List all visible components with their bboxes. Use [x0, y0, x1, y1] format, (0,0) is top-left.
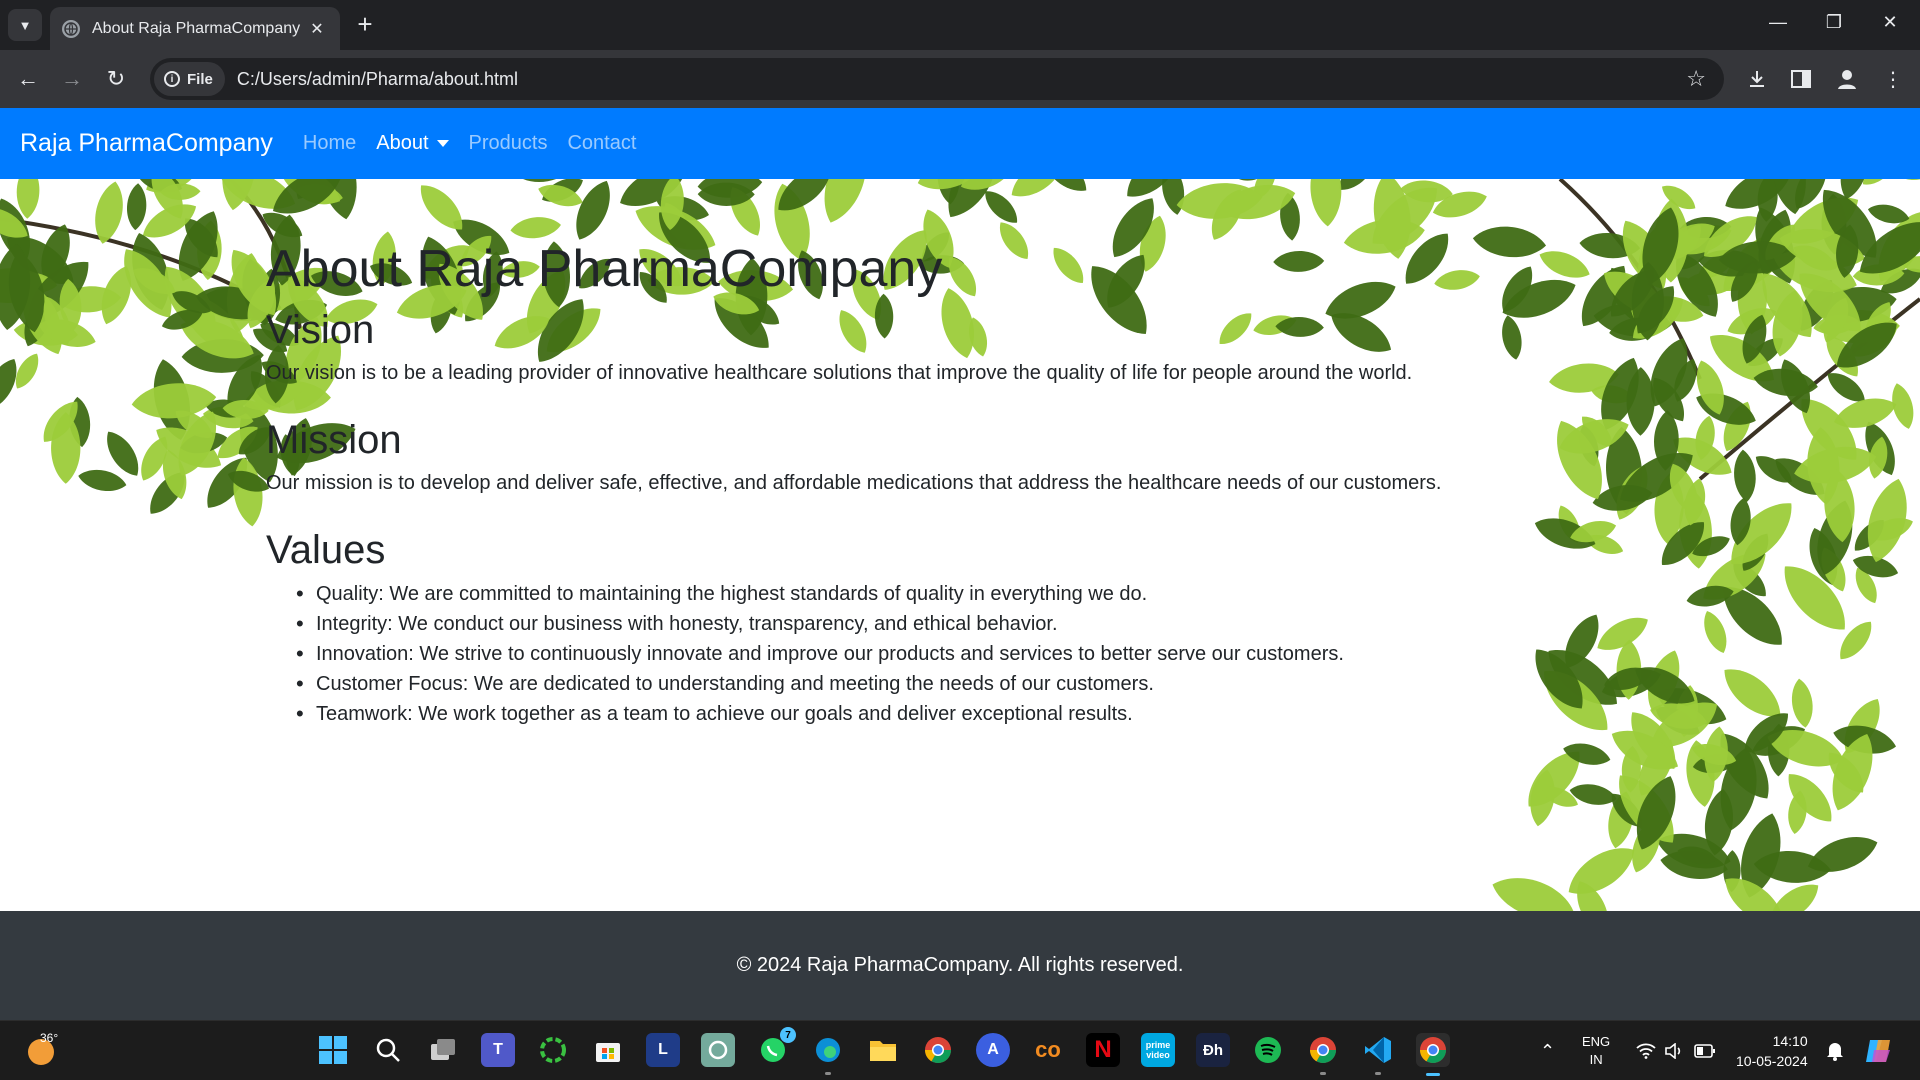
browser-tab-bar: ▼ About Raja PharmaCompany ✕ + — ❐ ✕: [0, 0, 1920, 50]
values-heading: Values: [266, 528, 386, 572]
profile-icon[interactable]: [1832, 64, 1862, 94]
microsoft-store-icon[interactable]: [591, 1033, 625, 1067]
clock[interactable]: 14:10 10-05-2024: [1736, 1021, 1808, 1080]
spotify-icon[interactable]: [1251, 1033, 1285, 1067]
windows-taskbar: 36° T L 7 A co N prime video Đh ⌃ ENG IN…: [0, 1020, 1920, 1080]
url-text[interactable]: C:/Users/admin/Pharma/about.html: [237, 69, 1686, 90]
close-tab-icon[interactable]: ✕: [306, 19, 328, 39]
about-content: About Raja PharmaCompany Vision Our visi…: [266, 239, 1566, 729]
running-indicator: [1375, 1072, 1381, 1075]
nav-products[interactable]: Products: [469, 132, 548, 155]
wifi-icon[interactable]: [1636, 1021, 1656, 1080]
side-panel-icon[interactable]: [1786, 64, 1816, 94]
language-line1: ENG: [1582, 1034, 1611, 1049]
mission-heading: Mission: [266, 418, 402, 462]
nav-home[interactable]: Home: [303, 132, 356, 155]
value-item-quality: Quality: We are committed to maintaining…: [296, 579, 1566, 609]
info-icon: i: [164, 71, 180, 87]
page-title: About Raja PharmaCompany: [266, 240, 943, 298]
site-chip-label: File: [187, 70, 213, 88]
nav-about-label: About: [376, 132, 429, 154]
site-brand[interactable]: Raja PharmaCompany: [20, 129, 273, 158]
chrome-icon[interactable]: [921, 1033, 955, 1067]
value-item-teamwork: Teamwork: We work together as a team to …: [296, 699, 1566, 729]
language-line2: IN: [1589, 1052, 1603, 1067]
forward-arrow-icon[interactable]: →: [56, 63, 88, 95]
running-indicator: [825, 1072, 831, 1075]
browser-toolbar: ← → ↻ i File C:/Users/admin/Pharma/about…: [0, 50, 1920, 108]
site-info-chip[interactable]: i File: [154, 62, 225, 96]
whatsapp-badge: 7: [780, 1027, 796, 1043]
site-footer: © 2024 Raja PharmaCompany. All rights re…: [0, 911, 1920, 1020]
app-ring-icon[interactable]: [536, 1033, 570, 1067]
chatgpt-icon[interactable]: [701, 1033, 735, 1067]
clock-time: 14:10: [1772, 1033, 1808, 1049]
value-item-innovation: Innovation: We strive to continuously in…: [296, 639, 1566, 669]
copilot-icon[interactable]: [1864, 1021, 1894, 1080]
close-window-icon[interactable]: ✕: [1870, 12, 1910, 33]
task-view-icon[interactable]: [426, 1033, 460, 1067]
mission-text: Our mission is to develop and deliver sa…: [266, 472, 1442, 494]
hero-section: About Raja PharmaCompany Vision Our visi…: [0, 179, 1920, 911]
new-tab-button[interactable]: +: [352, 11, 378, 38]
running-indicator: [1320, 1072, 1326, 1075]
tray-overflow-icon[interactable]: ⌃: [1540, 1021, 1555, 1080]
volume-icon[interactable]: [1664, 1021, 1684, 1080]
arc-icon[interactable]: A: [976, 1033, 1010, 1067]
battery-icon[interactable]: [1694, 1021, 1716, 1080]
netflix-icon[interactable]: N: [1086, 1033, 1120, 1067]
dropdown-caret-icon: [436, 140, 449, 148]
l-app-icon[interactable]: L: [646, 1033, 680, 1067]
notification-bell-icon[interactable]: [1826, 1021, 1844, 1080]
vision-text: Our vision is to be a leading provider o…: [266, 362, 1413, 384]
site-navbar: Raja PharmaCompany Home About Products C…: [0, 108, 1920, 179]
address-bar[interactable]: i File C:/Users/admin/Pharma/about.html …: [150, 58, 1724, 100]
chevron-down-icon: ▼: [18, 17, 32, 33]
vscode-icon[interactable]: [1361, 1033, 1395, 1075]
footer-copyright: © 2024 Raja PharmaCompany. All rights re…: [736, 954, 1184, 976]
prime-video-icon[interactable]: prime video: [1141, 1033, 1175, 1067]
language-indicator[interactable]: ENG IN: [1582, 1021, 1610, 1080]
clock-date: 10-05-2024: [1736, 1053, 1808, 1069]
vision-heading: Vision: [266, 308, 375, 352]
dh-icon[interactable]: Đh: [1196, 1033, 1230, 1067]
tab-search-button[interactable]: ▼: [8, 9, 42, 41]
restore-icon[interactable]: ❐: [1814, 12, 1854, 33]
weather-widget[interactable]: 36°: [26, 1031, 64, 1069]
menu-kebab-icon[interactable]: ⋮: [1878, 64, 1908, 94]
search-icon[interactable]: [371, 1033, 405, 1067]
values-list: Quality: We are committed to maintaining…: [296, 579, 1566, 729]
edge-icon[interactable]: [811, 1033, 845, 1075]
teams-icon[interactable]: T: [481, 1033, 515, 1067]
file-explorer-icon[interactable]: [866, 1033, 900, 1067]
weather-temperature: 36°: [40, 1031, 59, 1045]
start-icon[interactable]: [316, 1033, 350, 1067]
chrome-profile-icon[interactable]: [1306, 1033, 1340, 1075]
page-viewport: Raja PharmaCompany Home About Products C…: [0, 108, 1920, 1020]
coursera-icon[interactable]: co: [1031, 1033, 1065, 1067]
browser-tab[interactable]: About Raja PharmaCompany ✕: [50, 7, 340, 50]
nav-about[interactable]: About: [376, 132, 449, 155]
value-item-integrity: Integrity: We conduct our business with …: [296, 609, 1566, 639]
back-arrow-icon[interactable]: ←: [12, 63, 44, 95]
download-icon[interactable]: [1742, 64, 1772, 94]
minimize-icon[interactable]: —: [1758, 12, 1798, 33]
bookmark-star-icon[interactable]: ☆: [1686, 66, 1706, 92]
globe-icon: [62, 19, 80, 38]
nav-contact[interactable]: Contact: [567, 132, 636, 155]
value-item-customer-focus: Customer Focus: We are dedicated to unde…: [296, 669, 1566, 699]
whatsapp-icon[interactable]: 7: [756, 1027, 796, 1067]
chrome-active-icon[interactable]: [1416, 1033, 1450, 1076]
reload-icon[interactable]: ↻: [100, 63, 132, 95]
tab-title: About Raja PharmaCompany: [92, 19, 301, 37]
